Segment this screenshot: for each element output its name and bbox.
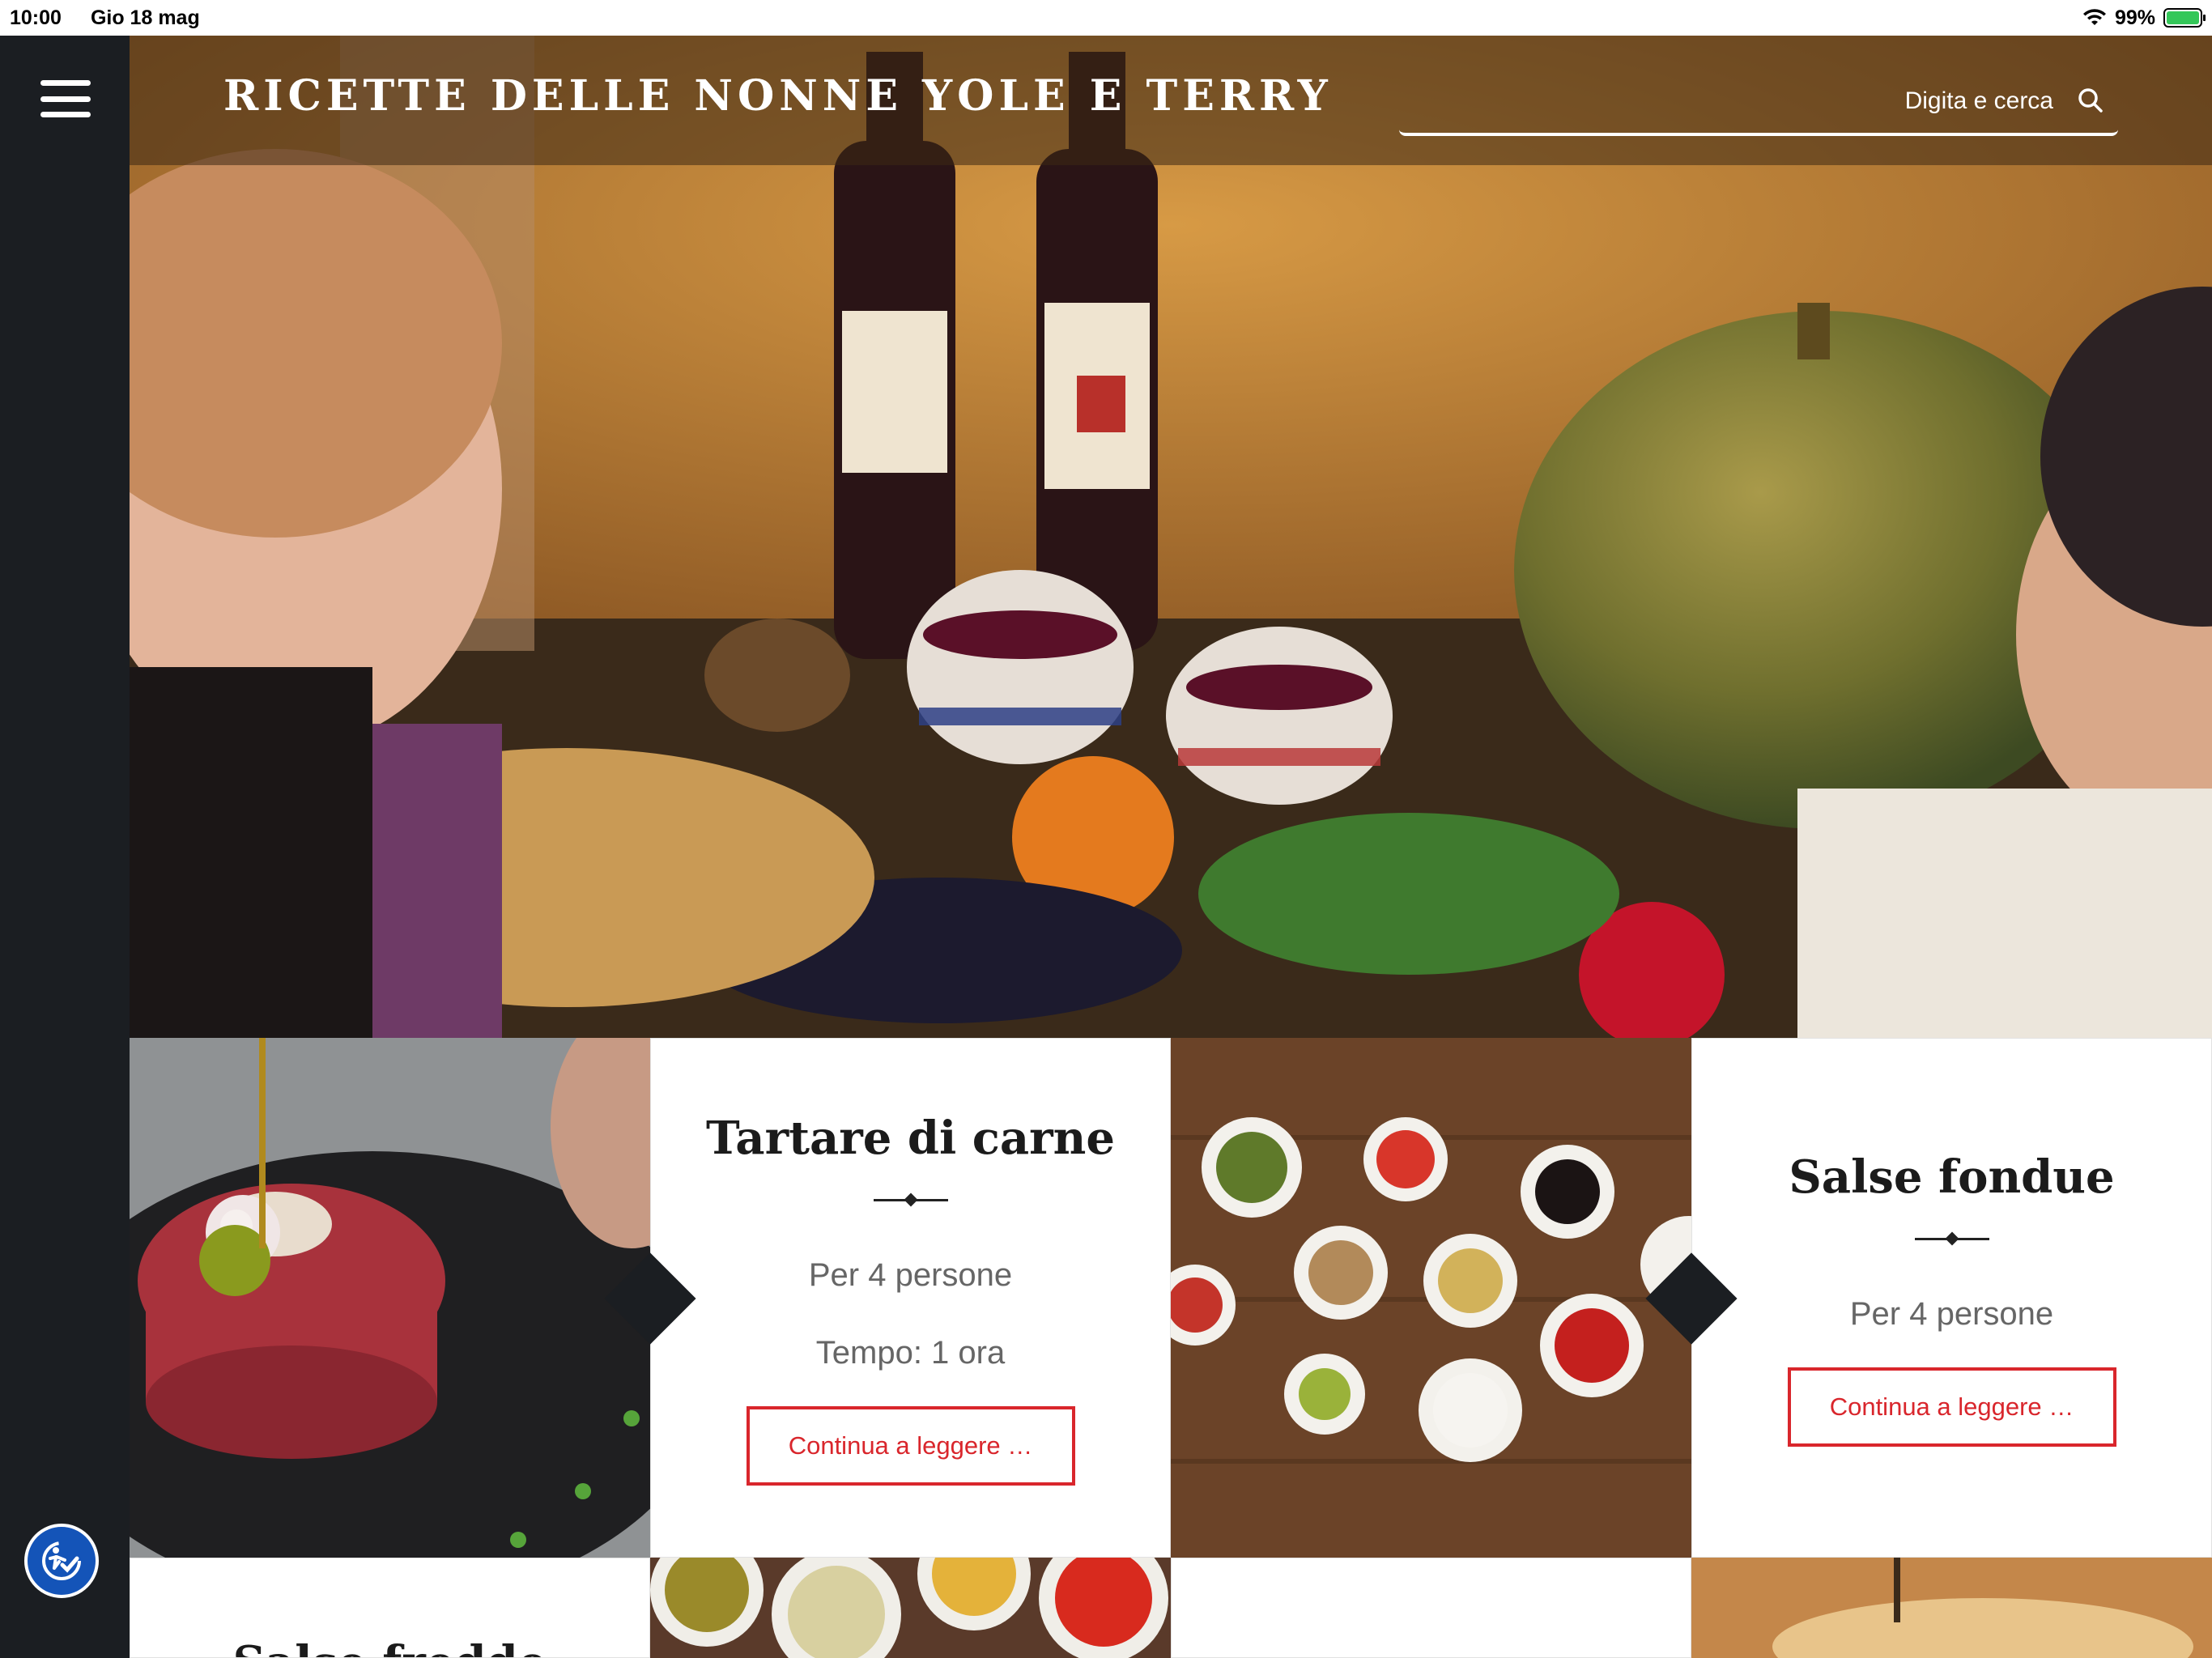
battery-icon: [2163, 8, 2206, 28]
accessibility-icon: [42, 1541, 81, 1580]
recipe-servings: Per 4 persone: [808, 1257, 1013, 1293]
wifi-icon: [2082, 9, 2106, 25]
recipe-image-partial-2[interactable]: [1691, 1558, 2212, 1658]
recipe-image-tartare[interactable]: [130, 1038, 650, 1558]
recipe-card-partial: Salse fredde: [130, 1558, 650, 1658]
recipe-image-partial[interactable]: [650, 1558, 1171, 1658]
recipe-title[interactable]: Salse fondue: [1692, 1150, 2211, 1204]
recipe-card-tartare: Tartare di carne Per 4 persone Tempo: 1 …: [650, 1038, 1171, 1558]
search-box: [1399, 73, 2118, 136]
sidebar: [0, 36, 130, 1658]
recipe-card-partial-2: [1171, 1558, 1691, 1658]
search-icon[interactable]: [2074, 84, 2107, 117]
recipe-title[interactable]: Tartare di carne: [651, 1112, 1170, 1165]
hero-image: [130, 36, 2212, 1038]
recipe-image-salse[interactable]: [1171, 1038, 1691, 1558]
site-title[interactable]: RICETTE DELLE NONNE YOLE E TERRY: [223, 71, 1333, 121]
menu-icon[interactable]: [40, 80, 91, 117]
title-divider: [1914, 1233, 1989, 1244]
search-input[interactable]: [1487, 81, 2053, 121]
battery-percent: 99%: [2114, 6, 2155, 29]
title-divider: [873, 1194, 948, 1205]
status-time: 10:00: [10, 6, 62, 29]
recipe-servings: Per 4 persone: [1849, 1296, 2054, 1332]
status-bar: 10:00 Gio 18 mag 99%: [0, 0, 2212, 36]
read-more-button[interactable]: Continua a leggere …: [1787, 1367, 2116, 1447]
recipe-time: Tempo: 1 ora: [815, 1335, 1006, 1371]
recipe-title[interactable]: Salse fredde: [130, 1636, 649, 1657]
read-more-button[interactable]: Continua a leggere …: [746, 1406, 1075, 1486]
status-date: Gio 18 mag: [90, 6, 200, 29]
recipe-card-salse: Salse fondue Per 4 persone Continua a le…: [1691, 1038, 2212, 1558]
accessibility-button[interactable]: [24, 1524, 99, 1598]
